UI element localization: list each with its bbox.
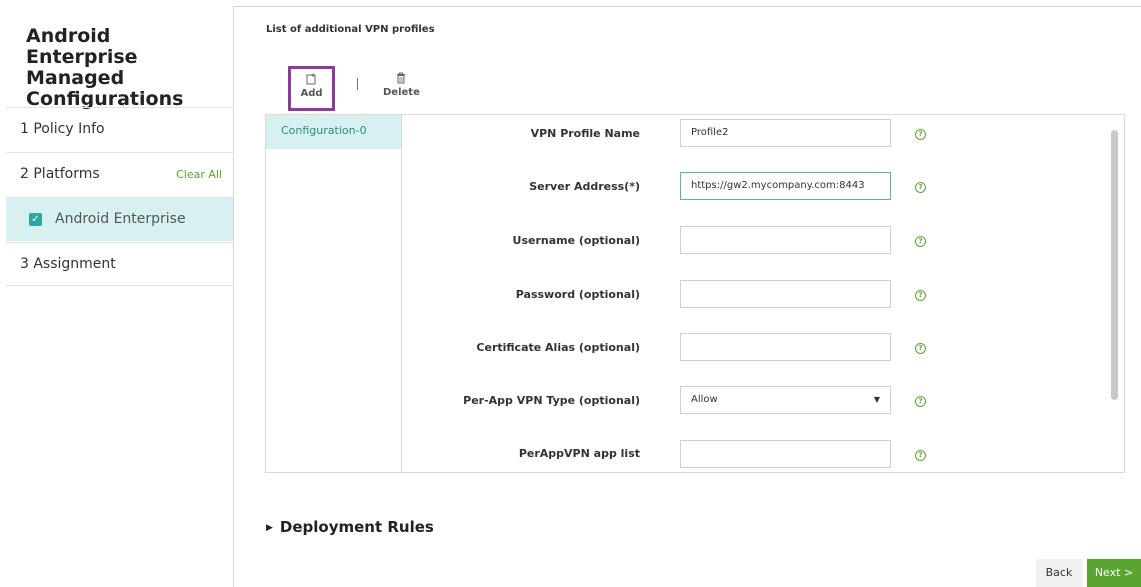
password-input[interactable] <box>680 280 891 308</box>
trash-icon <box>383 72 419 87</box>
add-button[interactable]: Add <box>288 66 335 111</box>
section-title: List of additional VPN profiles <box>266 24 435 35</box>
vpn-profile-name-label: VPN Profile Name <box>530 127 640 140</box>
delete-button[interactable]: Delete <box>383 72 420 98</box>
caret-down-icon: ▼ <box>873 395 880 404</box>
per-app-vpn-type-select[interactable]: Allow ▼ <box>680 386 891 414</box>
sidebar-title-line: Android Enterprise <box>26 25 138 68</box>
help-icon[interactable]: ? <box>915 236 926 247</box>
vpn-profile-name-input[interactable]: Profile2 <box>680 119 891 147</box>
sidebar-title-line: Managed <box>26 67 125 89</box>
password-label: Password (optional) <box>515 288 640 301</box>
add-button-label: Add <box>300 88 323 99</box>
deployment-rules-toggle[interactable]: ▶ Deployment Rules <box>266 518 434 536</box>
caret-right-icon: ▶ <box>266 523 273 533</box>
clear-all-link[interactable]: Clear All <box>176 153 222 196</box>
username-input[interactable] <box>680 226 891 254</box>
per-app-vpn-type-label: Per-App VPN Type (optional) <box>463 394 640 407</box>
help-icon[interactable]: ? <box>915 129 926 140</box>
perappvpn-app-list-label: PerAppVPN app list <box>518 447 640 460</box>
perappvpn-app-list-input[interactable] <box>680 440 891 468</box>
configuration-list: Configuration-0 <box>266 115 402 472</box>
help-icon[interactable]: ? <box>915 396 926 407</box>
sidebar-step-policy-info[interactable]: 1 Policy Info <box>6 107 233 151</box>
help-icon[interactable]: ? <box>915 290 926 301</box>
help-icon[interactable]: ? <box>915 182 926 193</box>
username-label: Username (optional) <box>512 234 640 247</box>
deployment-rules-label: Deployment Rules <box>279 518 434 536</box>
certificate-alias-input[interactable] <box>680 333 891 361</box>
next-button[interactable]: Next > <box>1087 559 1141 587</box>
configuration-item[interactable]: Configuration-0 <box>266 115 401 149</box>
sidebar-step-label: 2 Platforms <box>20 166 100 182</box>
sidebar-step-label: 1 Policy Info <box>20 121 105 137</box>
server-address-label: Server Address(*) <box>529 180 640 193</box>
toolbar-divider <box>357 78 358 90</box>
certificate-alias-label: Certificate Alias (optional) <box>476 341 640 354</box>
server-address-input[interactable]: https://gw2.mycompany.com:8443 <box>680 172 891 200</box>
sidebar: Android Enterprise Managed Configuration… <box>6 6 234 587</box>
back-button[interactable]: Back <box>1036 559 1082 587</box>
panel-scrollbar[interactable] <box>1111 130 1118 400</box>
delete-button-label: Delete <box>383 87 420 98</box>
sidebar-step-label: 3 Assignment <box>20 256 116 272</box>
help-icon[interactable]: ? <box>915 343 926 354</box>
sidebar-item-android-enterprise[interactable]: ✓ Android Enterprise <box>6 197 233 241</box>
checkbox-checked-icon[interactable]: ✓ <box>29 213 42 226</box>
sidebar-step-platforms[interactable]: 2 Platforms Clear All <box>6 152 233 196</box>
sidebar-title: Android Enterprise Managed Configuration… <box>26 26 226 110</box>
sidebar-item-label: Android Enterprise <box>55 211 186 227</box>
help-icon[interactable]: ? <box>915 450 926 461</box>
per-app-vpn-type-value: Allow <box>691 394 718 405</box>
sidebar-step-assignment[interactable]: 3 Assignment <box>6 242 233 286</box>
add-document-icon <box>291 73 332 88</box>
